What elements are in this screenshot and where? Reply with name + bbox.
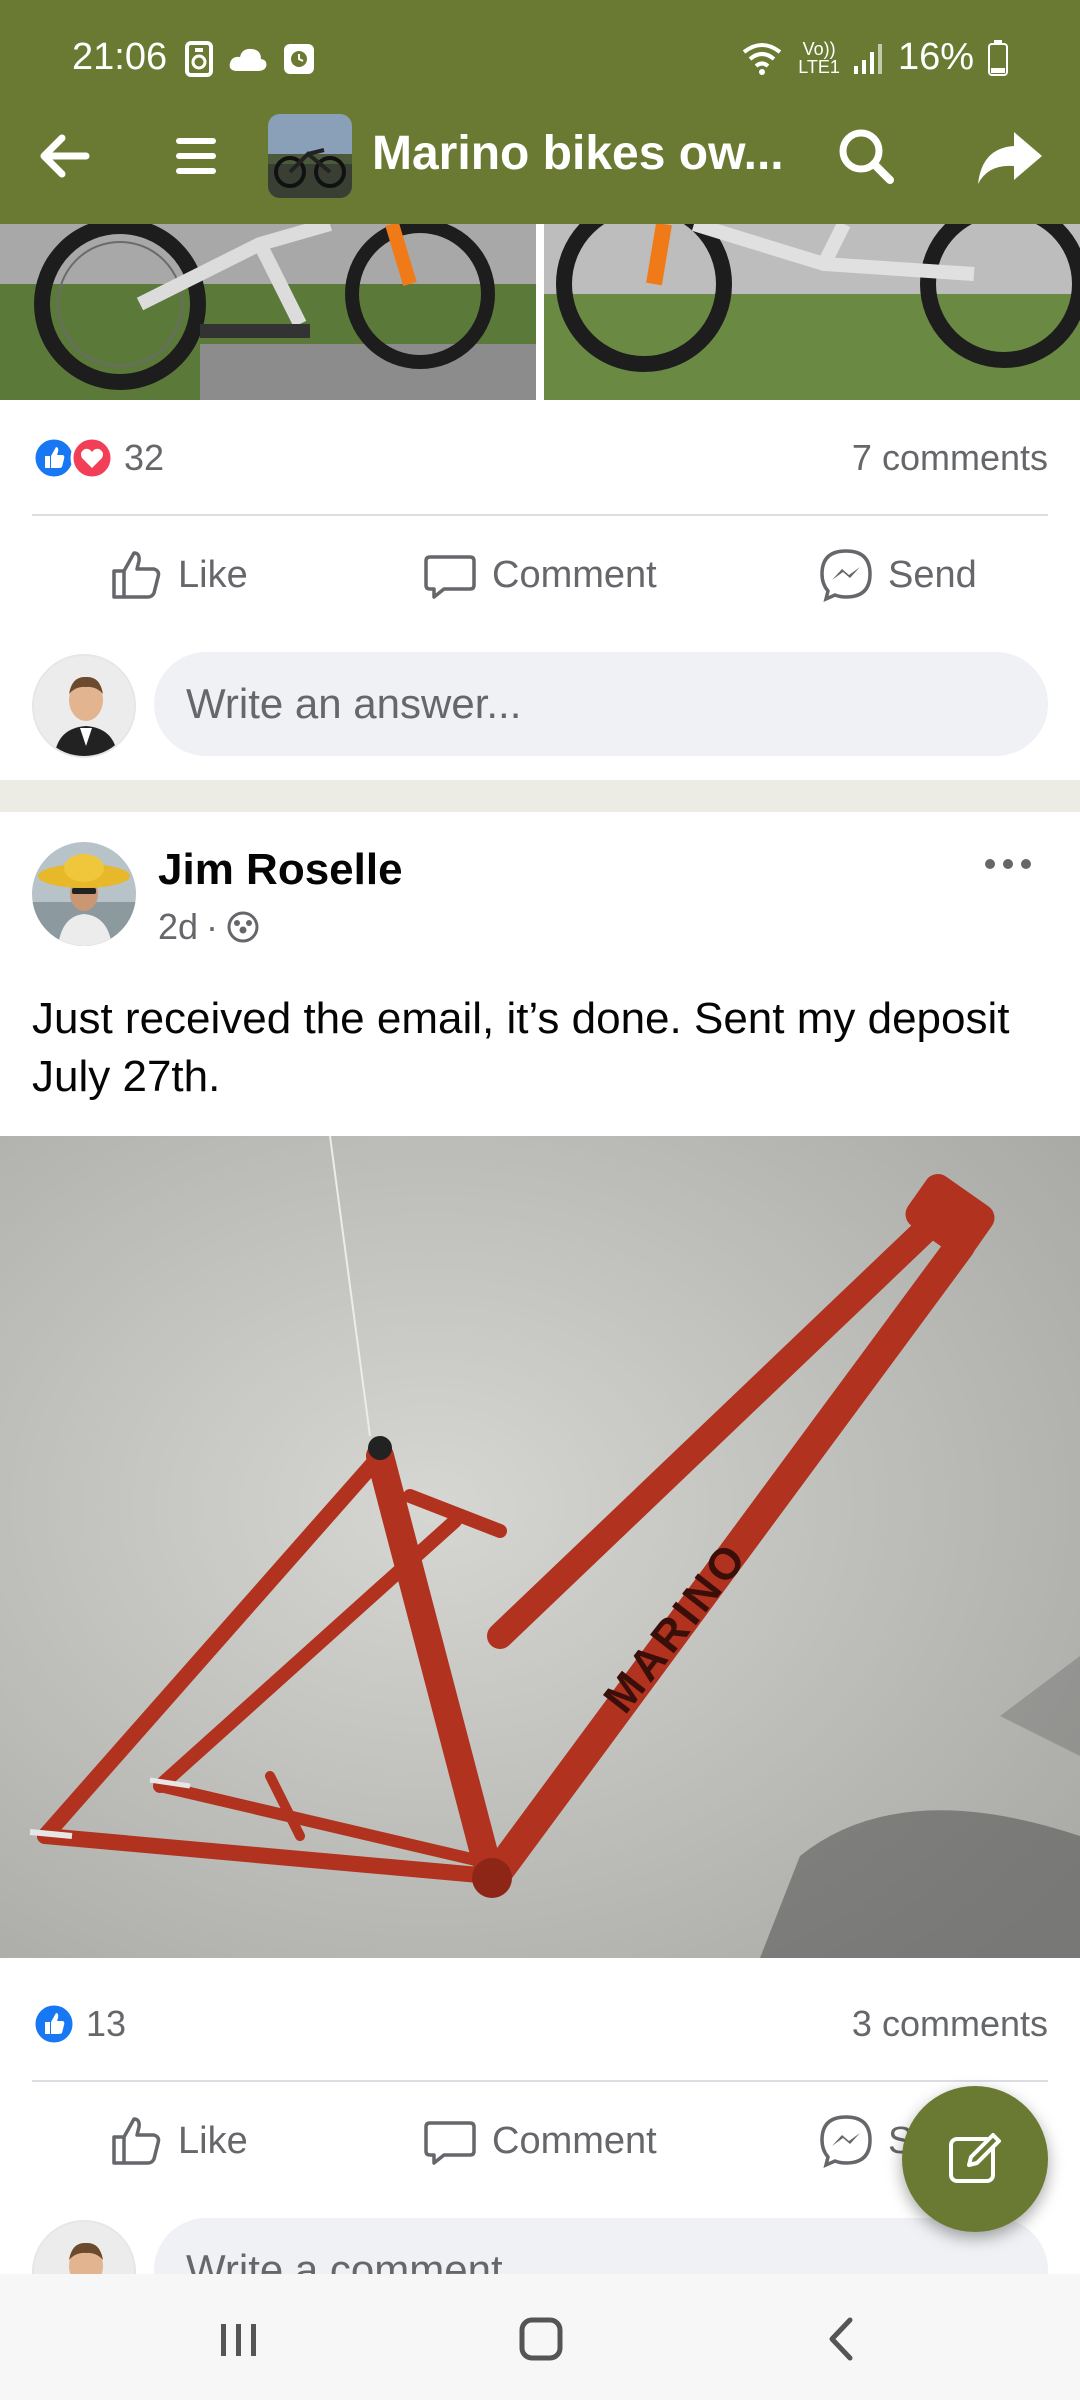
back-arrow-icon[interactable] [32,124,96,188]
post-meta: 2d · [158,906,260,948]
post-separator [0,780,1080,812]
post1-like-button[interactable]: Like [108,540,248,610]
post2-like-button[interactable]: Like [108,2106,248,2176]
post1-send-button[interactable]: Send [818,540,977,610]
like-reaction-icon [32,2002,76,2046]
status-notification-icons [184,40,316,78]
post1-comment-count[interactable]: 7 comments [852,437,1048,479]
messenger-icon [820,2115,872,2169]
app-header: 21:06 Vo)) LTE1 16% Marino bikes ow... [0,0,1080,224]
post1-reaction-count: 32 [124,437,165,478]
toolbar: Marino bikes ow... [0,110,1080,220]
post2-comment-count[interactable]: 3 comments [852,2003,1048,2045]
post-text: Just received the email, it’s done. Sent… [32,994,1010,1101]
status-system-icons: Vo)) LTE1 16% [740,36,1008,79]
home-icon[interactable] [506,2304,576,2374]
previous-post-photos [0,224,1080,400]
post-time[interactable]: 2d [158,906,198,948]
menu-icon[interactable] [168,126,228,186]
author-avatar[interactable] [32,842,136,946]
post1-answer-row: Write an answer... [32,652,1048,762]
alarm-icon [185,41,213,77]
like-icon [112,551,161,599]
post1-comment-button[interactable]: Comment [422,540,657,610]
comment-input[interactable]: Write a comment... [154,2218,1048,2274]
share-icon[interactable] [974,122,1046,194]
post2-comment-row: Write a comment... [32,2218,1048,2274]
group-title[interactable]: Marino bikes ow... [372,126,792,181]
post2-reaction-count: 13 [86,2003,127,2044]
bike-photo-right[interactable] [544,224,1080,400]
back-nav-icon[interactable] [808,2304,878,2374]
clock-app-icon [284,44,314,74]
recent-apps-icon[interactable] [204,2304,274,2374]
more-options-icon[interactable] [984,852,1032,876]
group-privacy-icon [227,911,259,943]
group-avatar[interactable] [268,114,352,198]
meta-dot: · [206,906,219,947]
love-reaction-icon [70,436,114,480]
signal-icon [853,43,882,74]
cloud-icon [229,48,267,71]
bike-photo-left[interactable] [0,224,536,400]
search-icon[interactable] [834,124,898,188]
comment-icon [424,2121,476,2165]
answer-input[interactable]: Write an answer... [154,652,1048,756]
post2-reaction-summary: 13 3 comments [32,1994,1048,2054]
messenger-icon [820,549,872,603]
post2-reactions[interactable]: 13 [32,2002,126,2046]
reaction-icons [32,436,114,480]
volte-label: Vo)) LTE1 [798,38,840,77]
post1-actions: Like Comment Send [0,520,1080,630]
battery-percent: 16% [897,36,974,78]
group-photo-image [268,114,352,198]
compose-button[interactable] [902,2086,1048,2232]
status-bar: 21:06 Vo)) LTE1 16% [0,0,1080,118]
post2-divider [32,2080,1048,2082]
battery-icon [988,39,1008,76]
like-icon [112,2117,161,2165]
system-nav-bar [0,2274,1080,2400]
author-name[interactable]: Jim Roselle [158,845,403,895]
current-user-avatar[interactable] [32,2220,136,2274]
post1-reactions[interactable]: 32 [32,436,164,480]
post-photo[interactable]: MARINO [0,1136,1080,1958]
status-time: 21:06 [72,36,168,78]
current-user-avatar[interactable] [32,654,136,758]
post1-divider [32,514,1048,516]
edit-icon [949,2133,1001,2183]
post1-reaction-summary: 32 7 comments [32,428,1048,488]
wifi-icon [743,42,782,75]
comment-icon [424,555,476,599]
post2-comment-button[interactable]: Comment [422,2106,657,2176]
